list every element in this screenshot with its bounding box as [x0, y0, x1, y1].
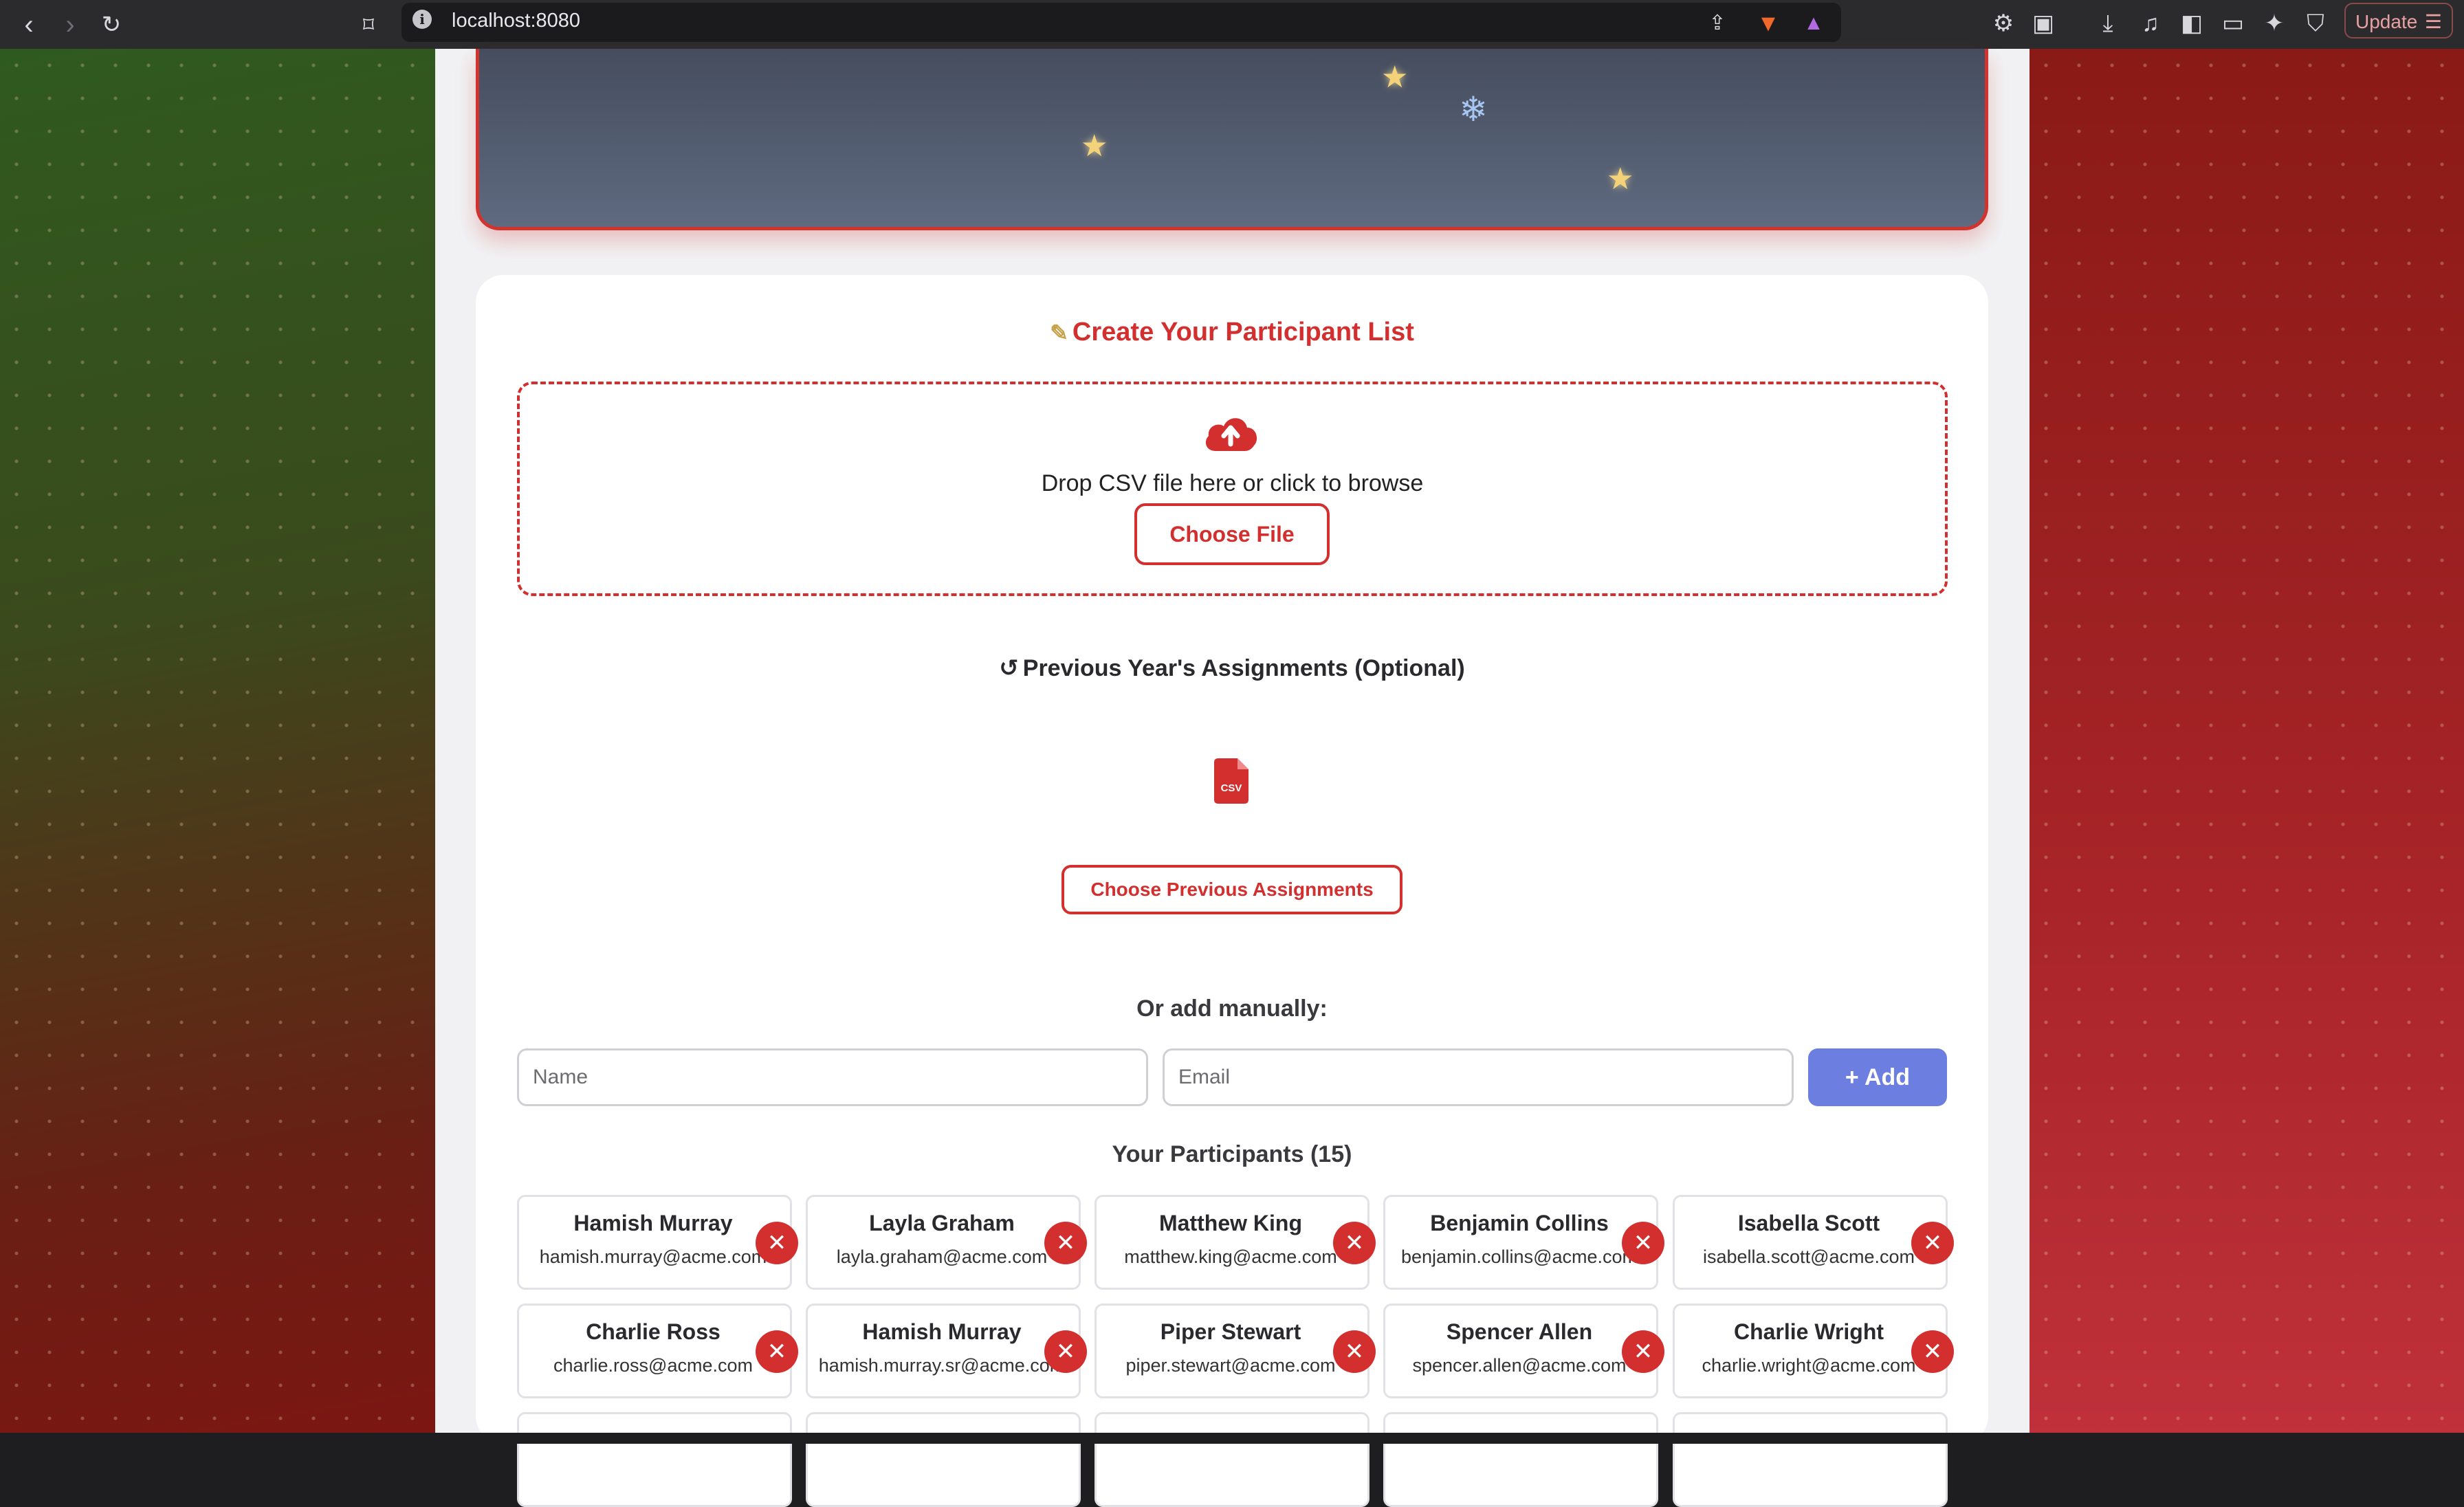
participant-email: benjamin.collins@acme.com [1400, 1246, 1638, 1267]
participant-email: layla.graham@acme.com [836, 1246, 1048, 1267]
participant-card: Layla Graham layla.graham@acme.com ✕ [806, 1195, 1087, 1290]
hero-banner: ★ ★ ❄ ★ [476, 49, 1988, 230]
share-icon[interactable]: ⇪ [1700, 6, 1735, 41]
wallet-icon[interactable]: ▭ [2215, 6, 2251, 41]
memo-icon: ✎ [1050, 320, 1068, 345]
name-input[interactable] [517, 1048, 1148, 1106]
browser-toolbar: ‹ › ↻ ⌑ i localhost:8080 ⇪ ▼ ▲ ⚙ ▣ ⤓ ♫ ◧… [0, 0, 2464, 49]
choose-file-button[interactable]: Choose File [1134, 503, 1330, 565]
reader-icon[interactable]: ▣ [2025, 6, 2061, 41]
background-pattern-left [0, 49, 435, 1444]
url-text[interactable]: localhost:8080 [452, 7, 580, 34]
participant-card [1383, 1412, 1658, 1507]
remove-participant-button[interactable]: ✕ [1044, 1222, 1087, 1264]
participant-card: Charlie Ross charlie.ross@acme.com ✕ [517, 1304, 798, 1398]
update-label: Update [2355, 11, 2418, 32]
participant-card: Spencer Allen spencer.allen@acme.com ✕ [1383, 1304, 1664, 1398]
rewards-icon[interactable]: ▲ [1796, 6, 1832, 41]
background-pattern-right [2030, 49, 2464, 1444]
participant-name: Matthew King [1159, 1211, 1302, 1235]
participant-name: Isabella Scott [1737, 1211, 1880, 1235]
bookmark-icon[interactable]: ⌑ [349, 6, 388, 44]
participant-card: Charlie Wright charlie.wright@acme.com ✕ [1673, 1304, 1954, 1398]
star-icon: ★ [1381, 60, 1409, 94]
participant-name: Hamish Murray [862, 1319, 1022, 1344]
star-icon: ★ [1607, 162, 1634, 196]
participant-card [806, 1412, 1081, 1507]
extensions-icon[interactable]: ⚙ [1986, 6, 2021, 41]
participant-list-heading: ✎ Create Your Participant List [476, 318, 1988, 347]
participant-email: spencer.allen@acme.com [1412, 1355, 1627, 1376]
add-manually-heading: Or add manually: [1136, 996, 1328, 1022]
participant-name: Hamish Murray [573, 1211, 733, 1235]
participant-email: matthew.king@acme.com [1124, 1246, 1337, 1267]
site-info-icon[interactable]: i [412, 10, 432, 29]
window-bottom-edge [0, 1433, 2464, 1444]
participant-name: Charlie Ross [586, 1319, 720, 1344]
brave-shield-icon[interactable]: ▼ [1750, 6, 1786, 41]
address-bar[interactable] [402, 3, 1841, 42]
participants-heading: Your Participants (15) [1112, 1141, 1352, 1167]
drop-instructions: Drop CSV file here or click to browse [1041, 470, 1424, 496]
participant-email: hamish.murray.sr@acme.com [818, 1355, 1066, 1376]
participant-card: Isabella Scott isabella.scott@acme.com ✕ [1673, 1195, 1954, 1290]
previous-assignments-title: Previous Year's Assignments (Optional) [1022, 655, 1465, 681]
participant-name: Charlie Wright [1733, 1319, 1884, 1344]
cloud-upload-icon [1205, 418, 1257, 451]
star-icon: ★ [1081, 129, 1108, 163]
remove-participant-button[interactable]: ✕ [1333, 1330, 1376, 1373]
participant-card [1094, 1412, 1370, 1507]
csv-icon-text: CSV [1221, 782, 1242, 794]
remove-participant-button[interactable]: ✕ [1622, 1222, 1664, 1264]
update-button[interactable]: Update ☰ [2344, 3, 2453, 38]
snowflake-icon: ❄ [1459, 90, 1488, 129]
remove-participant-button[interactable]: ✕ [1333, 1222, 1376, 1264]
participant-name: Benjamin Collins [1430, 1211, 1609, 1235]
download-icon[interactable]: ⤓ [2090, 6, 2126, 41]
forward-icon[interactable]: › [51, 6, 89, 44]
previous-assignments-heading: ↺ Previous Year's Assignments (Optional) [476, 654, 1988, 682]
menu-icon: ☰ [2424, 11, 2442, 32]
remove-participant-button[interactable]: ✕ [1911, 1330, 1954, 1373]
participant-card: Hamish Murray hamish.murray@acme.com ✕ [517, 1195, 798, 1290]
csv-file-icon: CSV [1214, 758, 1248, 804]
participant-card [517, 1412, 792, 1507]
music-icon[interactable]: ♫ [2133, 6, 2168, 41]
participant-email: charlie.wright@acme.com [1702, 1355, 1916, 1376]
participant-card: Benjamin Collins benjamin.collins@acme.c… [1383, 1195, 1664, 1290]
participant-list-title: Create Your Participant List [1072, 318, 1414, 346]
choose-previous-assignments-button[interactable]: Choose Previous Assignments [1062, 865, 1402, 914]
remove-participant-button[interactable]: ✕ [1044, 1330, 1087, 1373]
participant-email: piper.stewart@acme.com [1125, 1355, 1336, 1376]
remove-participant-button[interactable]: ✕ [1622, 1330, 1664, 1373]
remove-participant-button[interactable]: ✕ [756, 1222, 798, 1264]
participant-card: Matthew King matthew.king@acme.com ✕ [1094, 1195, 1376, 1290]
sidebar-icon[interactable]: ◧ [2174, 6, 2210, 41]
back-icon[interactable]: ‹ [10, 6, 48, 44]
history-icon: ↺ [999, 654, 1019, 682]
email-input[interactable] [1163, 1048, 1794, 1106]
participant-card: Piper Stewart piper.stewart@acme.com ✕ [1094, 1304, 1376, 1398]
participant-email: hamish.murray@acme.com [539, 1246, 767, 1267]
reload-icon[interactable]: ↻ [92, 6, 131, 44]
participant-card: Hamish Murray hamish.murray.sr@acme.com … [806, 1304, 1087, 1398]
remove-participant-button[interactable]: ✕ [1911, 1222, 1954, 1264]
participant-card [1673, 1412, 1948, 1507]
participant-email: isabella.scott@acme.com [1702, 1246, 1915, 1267]
participant-name: Piper Stewart [1160, 1319, 1301, 1344]
participant-email: charlie.ross@acme.com [553, 1355, 753, 1376]
vpn-icon[interactable]: ⛉ [2298, 6, 2333, 41]
participant-name: Spencer Allen [1446, 1319, 1593, 1344]
participant-name: Layla Graham [869, 1211, 1015, 1235]
add-participant-button[interactable]: + Add [1808, 1048, 1947, 1106]
remove-participant-button[interactable]: ✕ [756, 1330, 798, 1373]
leo-ai-icon[interactable]: ✦ [2256, 6, 2292, 41]
